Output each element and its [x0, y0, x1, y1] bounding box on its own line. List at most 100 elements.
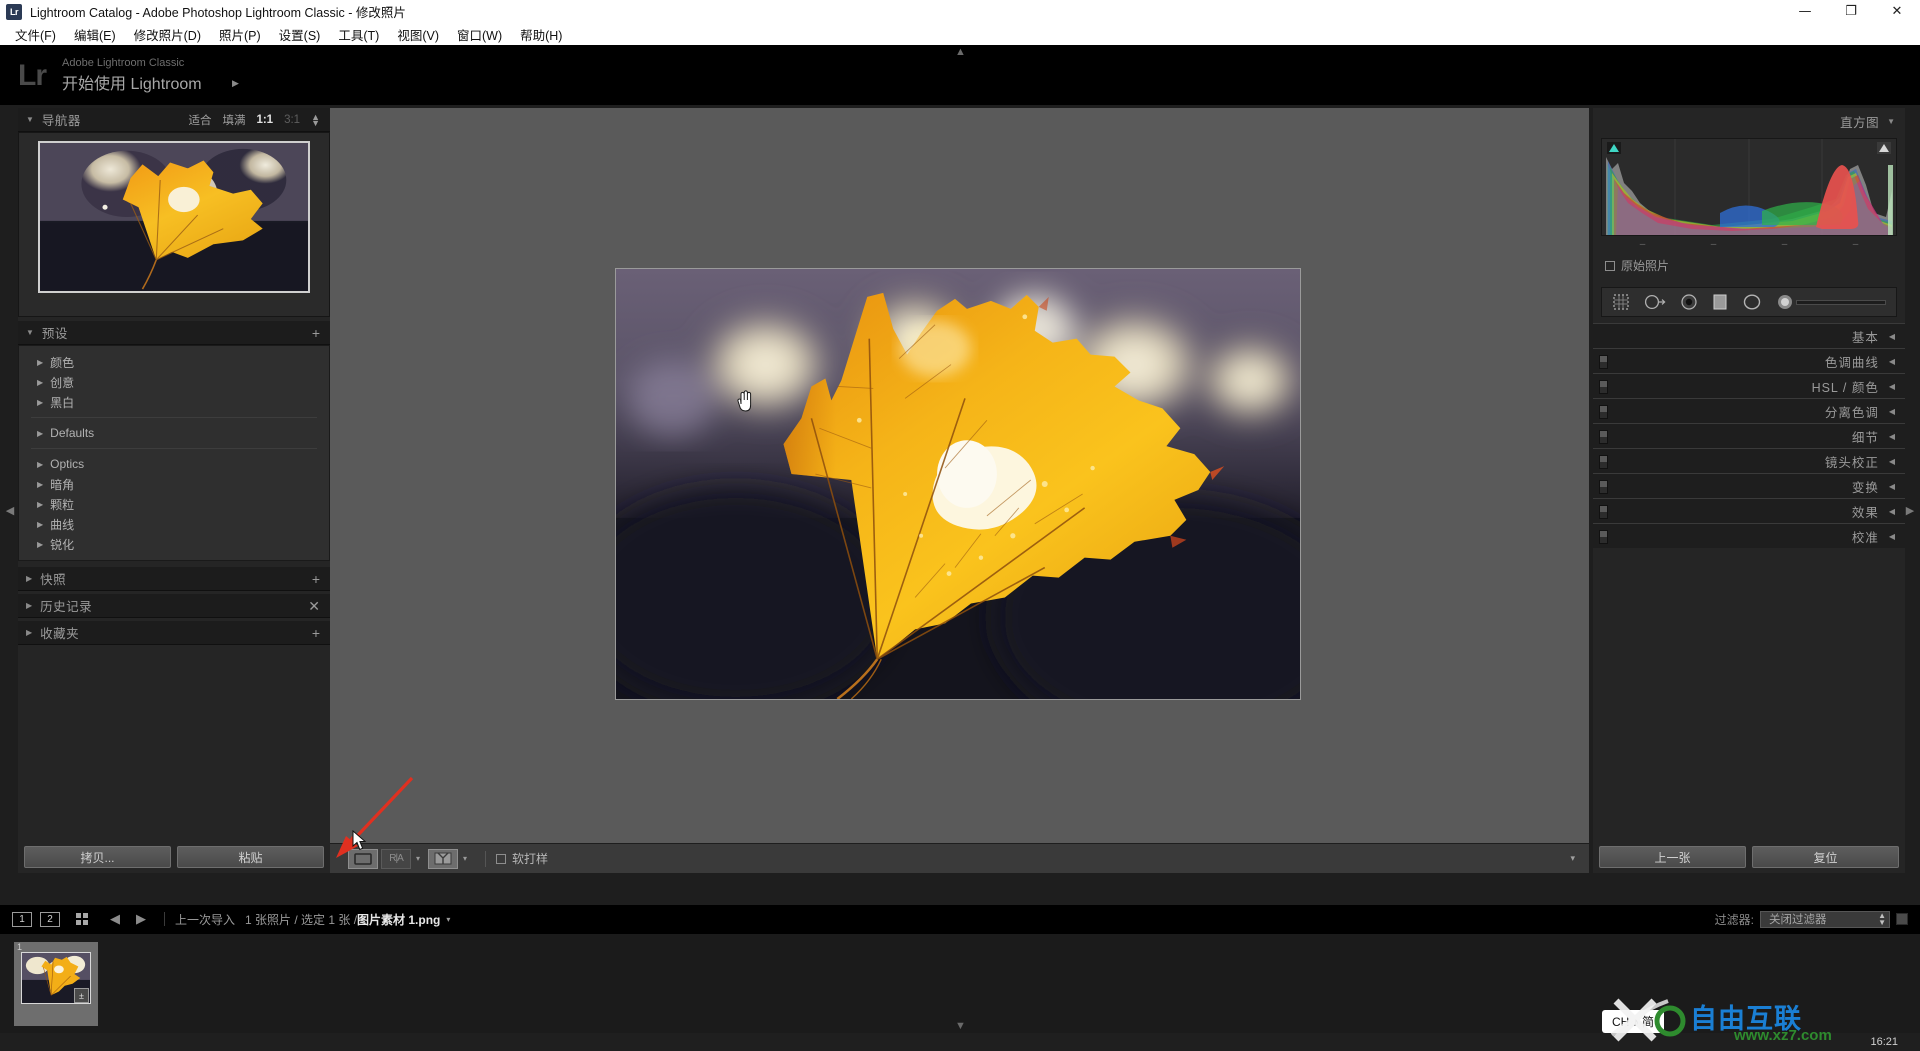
chevron-left-icon[interactable]: ◀ — [1889, 532, 1895, 541]
maximize-button[interactable]: ❐ — [1828, 0, 1874, 23]
chevron-left-icon[interactable]: ◀ — [1889, 357, 1895, 366]
copy-button[interactable]: 拷贝... — [24, 846, 171, 868]
section-enable-switch[interactable] — [1599, 430, 1608, 444]
preset-group-vignette[interactable]: ▶ 暗角 — [19, 474, 329, 494]
original-photo-checkbox[interactable] — [1605, 260, 1615, 271]
preset-group-curve[interactable]: ▶ 曲线 — [19, 514, 329, 534]
chevron-left-icon[interactable]: ◀ — [1889, 457, 1895, 466]
section-enable-switch[interactable] — [1599, 355, 1608, 369]
previous-button[interactable]: 上一张 — [1599, 846, 1746, 868]
histogram-header[interactable]: 直方图 ▼ — [1593, 108, 1905, 134]
toolbar-expand-icon[interactable]: ▾ — [1570, 853, 1575, 864]
adjustment-brush-tool[interactable] — [1776, 293, 1886, 311]
menu-file[interactable]: 文件(F) — [6, 23, 65, 46]
section-effects[interactable]: 效果 ◀ — [1593, 498, 1905, 523]
zoom-stepper-icon[interactable]: ▲ ▼ — [311, 112, 320, 127]
filmstrip-caret-icon[interactable]: ▾ — [446, 915, 450, 924]
section-calibration[interactable]: 校准 ◀ — [1593, 523, 1905, 548]
section-enable-switch[interactable] — [1599, 505, 1608, 519]
graduated-filter-tool-icon[interactable] — [1712, 293, 1728, 311]
red-eye-tool-icon[interactable] — [1680, 293, 1698, 311]
go-forward-icon[interactable]: ▶ — [136, 911, 146, 927]
filmstrip-source[interactable]: 上一次导入 — [175, 911, 235, 928]
preset-group-optics[interactable]: ▶ Optics — [19, 454, 329, 474]
histogram[interactable] — [1601, 138, 1897, 236]
clear-history-icon[interactable]: ✕ — [308, 599, 320, 613]
top-panel-collapse-icon[interactable]: ▲ — [955, 46, 966, 58]
filter-select[interactable]: 关闭过滤器 ▲ ▼ — [1760, 910, 1890, 928]
zoom-3-1[interactable]: 3:1 — [284, 114, 300, 126]
original-photo-row[interactable]: 原始照片 — [1593, 250, 1905, 281]
section-enable-switch[interactable] — [1599, 405, 1608, 419]
add-snapshot-icon[interactable]: + — [312, 572, 320, 586]
section-lens-corrections[interactable]: 镜头校正 ◀ — [1593, 448, 1905, 473]
section-enable-switch[interactable] — [1599, 480, 1608, 494]
snapshots-header[interactable]: ▶ 快照 + — [18, 567, 330, 591]
presets-twisty-icon[interactable]: ▼ — [26, 328, 34, 337]
chevron-left-icon[interactable]: ◀ — [1889, 507, 1895, 516]
close-button[interactable]: ✕ — [1874, 0, 1920, 23]
brush-size-slider[interactable] — [1796, 299, 1886, 305]
navigator-twisty-icon[interactable]: ▼ — [26, 115, 34, 124]
navigator-header[interactable]: ▼ 导航器 适合 填满 1:1 3:1 ▲ ▼ — [18, 108, 330, 132]
screen-1-button[interactable]: 1 — [12, 911, 32, 927]
preset-group-grain[interactable]: ▶ 颗粒 — [19, 494, 329, 514]
section-basic[interactable]: 基本 ◀ — [1593, 323, 1905, 348]
menu-settings[interactable]: 设置(S) — [270, 23, 330, 46]
preset-group-bw[interactable]: ▶ 黑白 — [19, 392, 329, 412]
minimize-button[interactable]: — — [1782, 0, 1828, 23]
chevron-left-icon[interactable]: ◀ — [1889, 382, 1895, 391]
before-after-view-button[interactable]: R|A — [381, 848, 411, 869]
zoom-1-1[interactable]: 1:1 — [256, 114, 273, 126]
section-enable-switch[interactable] — [1599, 380, 1608, 394]
section-detail[interactable]: 细节 ◀ — [1593, 423, 1905, 448]
chevron-left-icon[interactable]: ◀ — [1889, 432, 1895, 441]
menu-tools[interactable]: 工具(T) — [329, 23, 388, 46]
zoom-fit[interactable]: 适合 — [188, 112, 211, 128]
zoom-fill[interactable]: 填满 — [222, 112, 245, 128]
shadow-clipping-indicator-icon[interactable] — [1607, 142, 1621, 154]
identity-caret-icon[interactable]: ▶ — [232, 78, 239, 89]
collections-twisty-icon[interactable]: ▶ — [26, 628, 32, 637]
section-transform[interactable]: 变换 ◀ — [1593, 473, 1905, 498]
menu-window[interactable]: 窗口(W) — [448, 23, 511, 46]
section-enable-switch[interactable] — [1599, 455, 1608, 469]
filmstrip-thumbnail[interactable]: 1 ± — [14, 942, 98, 1026]
screen-2-button[interactable]: 2 — [40, 911, 60, 927]
section-split-toning[interactable]: 分离色调 ◀ — [1593, 398, 1905, 423]
chevron-left-icon[interactable]: ◀ — [1889, 482, 1895, 491]
menu-edit[interactable]: 编辑(E) — [65, 23, 125, 46]
ime-indicator[interactable]: CH ♪ 简 — [1602, 1010, 1665, 1033]
highlight-clipping-indicator-icon[interactable] — [1877, 142, 1891, 154]
navigator-preview[interactable] — [38, 141, 310, 293]
section-tone-curve[interactable]: 色调曲线 ◀ — [1593, 348, 1905, 373]
reset-button[interactable]: 复位 — [1752, 846, 1899, 868]
filmstrip-collapse-icon[interactable]: ▼ — [955, 1020, 966, 1032]
left-panel-collapse-icon[interactable]: ◀ — [4, 500, 16, 520]
before-after-caret-icon[interactable]: ▾ — [416, 854, 420, 863]
preset-group-creative[interactable]: ▶ 创意 — [19, 372, 329, 392]
right-panel-collapse-icon[interactable]: ▶ — [1904, 500, 1916, 520]
section-enable-switch[interactable] — [1599, 530, 1608, 544]
main-photo-frame[interactable] — [615, 268, 1301, 700]
menu-help[interactable]: 帮助(H) — [511, 23, 571, 46]
history-header[interactable]: ▶ 历史记录 ✕ — [18, 594, 330, 618]
preset-group-defaults[interactable]: ▶ Defaults — [19, 423, 329, 443]
spot-removal-tool-icon[interactable] — [1644, 293, 1666, 311]
menu-develop[interactable]: 修改照片(D) — [125, 23, 210, 46]
reference-caret-icon[interactable]: ▾ — [463, 854, 467, 863]
grid-view-icon[interactable] — [76, 913, 88, 925]
menu-view[interactable]: 视图(V) — [388, 23, 448, 46]
presets-header[interactable]: ▼ 预设 + — [18, 321, 330, 345]
snapshots-twisty-icon[interactable]: ▶ — [26, 574, 32, 583]
radial-filter-tool-icon[interactable] — [1742, 293, 1762, 311]
menu-photo[interactable]: 照片(P) — [210, 23, 270, 46]
chevron-left-icon[interactable]: ◀ — [1889, 332, 1895, 341]
filter-stepper-icon[interactable]: ▲ ▼ — [1878, 912, 1886, 927]
chevron-left-icon[interactable]: ◀ — [1889, 407, 1895, 416]
crop-tool-icon[interactable] — [1612, 293, 1630, 311]
filter-toggle-swatch[interactable] — [1896, 913, 1908, 925]
paste-button[interactable]: 粘贴 — [177, 846, 324, 868]
reference-view-button[interactable] — [428, 848, 459, 869]
preset-group-color[interactable]: ▶ 颜色 — [19, 352, 329, 372]
